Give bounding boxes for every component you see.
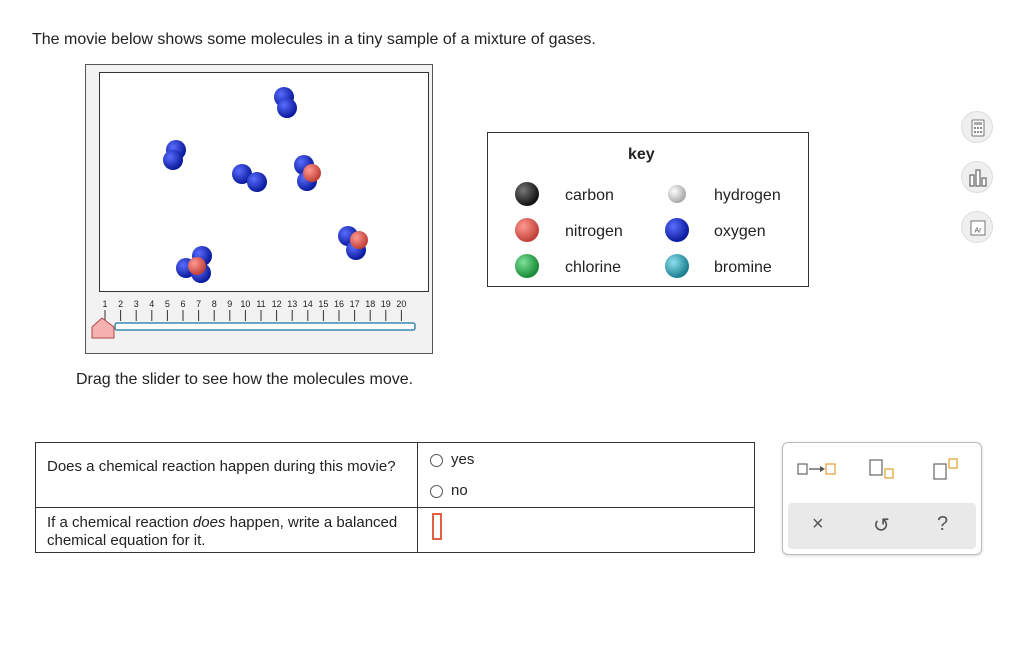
table-divider-vertical <box>417 443 418 552</box>
tick-label: 1 <box>102 299 107 309</box>
tick-label: 12 <box>272 299 282 309</box>
bar-chart-icon <box>969 169 987 187</box>
radio-no[interactable] <box>430 485 443 498</box>
key-label-bromine: bromine <box>714 259 772 276</box>
molecules-svg <box>163 87 368 283</box>
table-divider-horizontal <box>36 507 754 508</box>
carbon-swatch <box>515 182 539 206</box>
movie-view <box>99 72 429 292</box>
clear-button[interactable]: × <box>812 513 824 536</box>
svg-text:Ar: Ar <box>975 228 983 235</box>
chlorine-swatch <box>515 254 539 278</box>
key-label-chlorine: chlorine <box>565 259 622 276</box>
periodic-table-icon: Ar <box>970 220 986 236</box>
intro-text: The movie below shows some molecules in … <box>32 31 596 48</box>
tick-label: 2 <box>118 299 123 309</box>
nitrogen-dioxide-molecule <box>338 226 368 260</box>
radio-no-label[interactable]: no <box>451 482 468 499</box>
tick-label: 8 <box>212 299 217 309</box>
frame-slider[interactable] <box>88 315 420 343</box>
drag-instruction: Drag the slider to see how the molecules… <box>76 371 414 388</box>
oxygen-molecule <box>274 87 297 118</box>
question-reaction: Does a chemical reaction happen during t… <box>47 458 396 475</box>
tick-label: 19 <box>381 299 391 309</box>
tick-label: 14 <box>303 299 313 309</box>
slider-thumb[interactable] <box>91 317 115 339</box>
oxygen-swatch <box>665 218 689 242</box>
help-button[interactable]: ? <box>937 513 948 536</box>
data-chart-button[interactable] <box>961 161 993 193</box>
tick-label: 11 <box>256 299 265 309</box>
calculator-icon <box>971 119 985 137</box>
tick-label: 7 <box>196 299 201 309</box>
key-label-hydrogen: hydrogen <box>714 187 781 204</box>
nitrogen-swatch <box>515 218 539 242</box>
calculator-button[interactable] <box>961 111 993 143</box>
subscript-icon[interactable] <box>868 457 898 481</box>
tick-label: 16 <box>334 299 344 309</box>
tick-label: 10 <box>240 299 250 309</box>
question-equation: If a chemical reaction does happen, writ… <box>47 514 402 550</box>
radio-yes[interactable] <box>430 454 443 467</box>
tick-label: 5 <box>165 299 170 309</box>
slider-track[interactable] <box>114 322 416 331</box>
tick-label: 20 <box>396 299 406 309</box>
superscript-icon[interactable] <box>932 457 962 481</box>
reaction-arrow-icon[interactable] <box>796 458 836 480</box>
key-title: key <box>628 146 655 163</box>
radio-yes-label[interactable]: yes <box>451 451 474 468</box>
key-label-oxygen: oxygen <box>714 223 766 240</box>
periodic-table-button[interactable]: Ar <box>961 211 993 243</box>
bromine-swatch <box>665 254 689 278</box>
oxygen-molecule <box>163 140 186 170</box>
nitrogen-dioxide-molecule <box>294 155 321 191</box>
key-label-carbon: carbon <box>565 187 614 204</box>
tick-label: 15 <box>318 299 328 309</box>
tick-label: 9 <box>227 299 232 309</box>
hydrogen-swatch <box>668 185 686 203</box>
nitrogen-dioxide-molecule <box>176 246 212 283</box>
tick-label: 13 <box>287 299 297 309</box>
equation-input[interactable] <box>432 513 442 540</box>
key-label-nitrogen: nitrogen <box>565 223 623 240</box>
tick-label: 3 <box>134 299 139 309</box>
tick-label: 6 <box>180 299 185 309</box>
tick-label: 18 <box>365 299 375 309</box>
tick-label: 17 <box>350 299 360 309</box>
question-equation-emphasis: does <box>192 514 226 531</box>
undo-button[interactable]: ↺ <box>873 513 890 538</box>
oxygen-molecule <box>232 164 267 192</box>
tick-label: 4 <box>149 299 154 309</box>
question-table: Does a chemical reaction happen during t… <box>35 442 755 553</box>
question-equation-prefix: If a chemical reaction <box>47 514 193 531</box>
